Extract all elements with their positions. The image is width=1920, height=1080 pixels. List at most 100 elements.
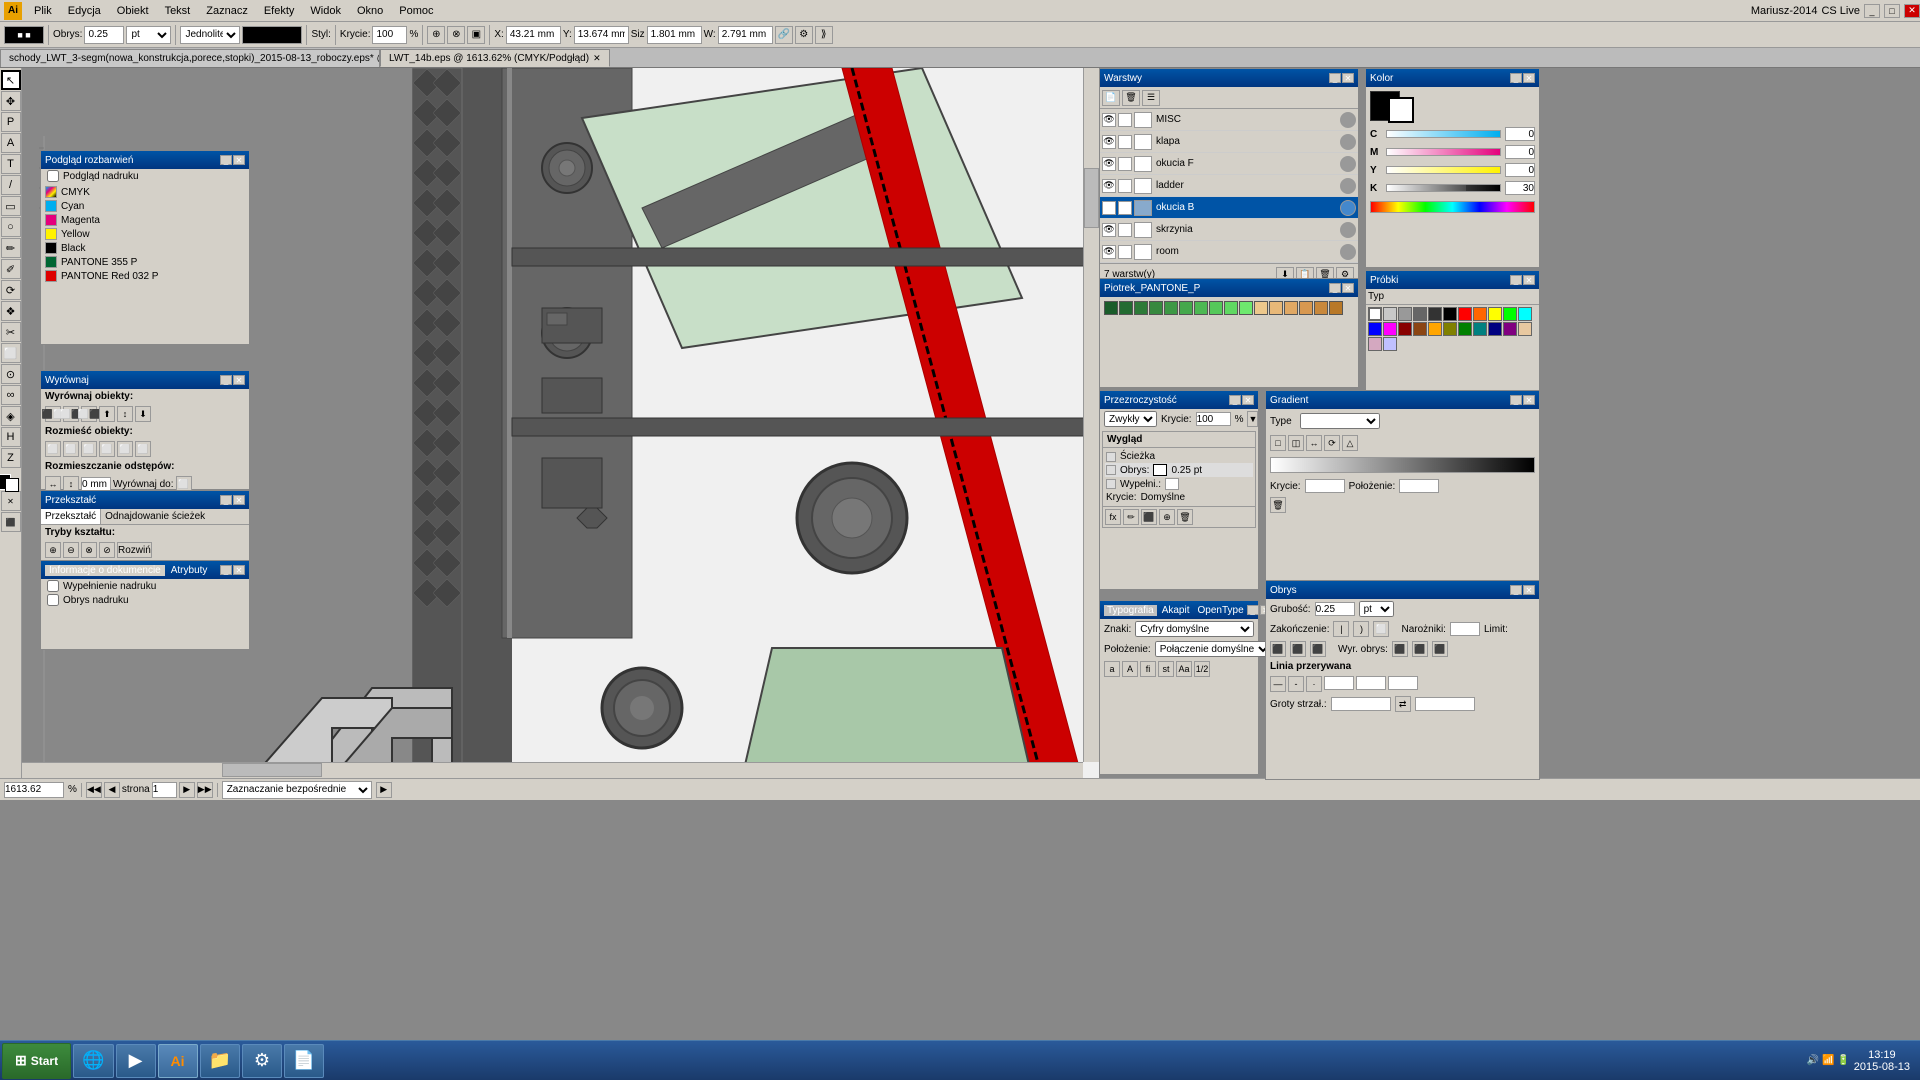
layer-row-room[interactable]: 👁 room: [1100, 241, 1358, 263]
layer-eye-okucia-b[interactable]: 👁: [1102, 201, 1116, 215]
minimize-btn[interactable]: _: [1864, 4, 1880, 18]
tool-anchor[interactable]: A: [1, 133, 21, 153]
swatch-purple[interactable]: [1503, 322, 1517, 336]
tool-ellipse[interactable]: ○: [1, 217, 21, 237]
menu-edycja[interactable]: Edycja: [60, 3, 109, 19]
size-input[interactable]: [647, 26, 702, 44]
layer-eye-skrzynia[interactable]: 👁: [1102, 223, 1116, 237]
wyglad-btn2[interactable]: ✏: [1123, 509, 1139, 525]
swatch-magenta[interactable]: [1383, 322, 1397, 336]
prev-btn[interactable]: ◀: [104, 782, 120, 798]
h-scrollbar[interactable]: [22, 762, 1083, 778]
tool-eyedropper[interactable]: ⊙: [1, 364, 21, 384]
layer-lock-room[interactable]: [1118, 245, 1132, 259]
probki-minimize[interactable]: _: [1510, 275, 1522, 285]
next-btn[interactable]: ▶: [179, 782, 195, 798]
gradient-slider[interactable]: [1270, 457, 1535, 473]
swatch-pantone-7[interactable]: [1194, 301, 1208, 315]
menu-zaznacz[interactable]: Zaznacz: [198, 3, 256, 19]
kolor-minimize[interactable]: _: [1510, 73, 1522, 83]
info-obrys-cb[interactable]: [47, 594, 59, 606]
menu-obiekt[interactable]: Obiekt: [109, 3, 157, 19]
options-btn[interactable]: ⚙: [795, 26, 813, 44]
gradient-polozenie-input[interactable]: [1399, 479, 1439, 493]
swatch-orange2[interactable]: [1428, 322, 1442, 336]
dist-center-v-btn[interactable]: ⬜: [117, 441, 133, 457]
typo-icon-5[interactable]: Aa: [1176, 661, 1192, 677]
color-row-cyan[interactable]: Cyan: [43, 199, 247, 213]
layer-row-misc[interactable]: 👁 MISC: [1100, 109, 1358, 131]
typo-icon-2[interactable]: A: [1122, 661, 1138, 677]
swatch-red[interactable]: [1458, 307, 1472, 321]
layer-color-skrzynia[interactable]: [1340, 222, 1356, 238]
layers-delete-btn[interactable]: 🗑: [1122, 90, 1140, 106]
color-row-magenta[interactable]: Magenta: [43, 213, 247, 227]
tab-akapit[interactable]: Akapit: [1159, 605, 1193, 616]
probki-close[interactable]: ✕: [1523, 275, 1535, 285]
linia-btn2[interactable]: -: [1288, 676, 1304, 692]
tool-none[interactable]: ✕: [1, 491, 21, 511]
swatch-66[interactable]: [1413, 307, 1427, 321]
info-minimize[interactable]: _: [220, 565, 232, 575]
layer-lock-klapa[interactable]: [1118, 135, 1132, 149]
tool-brush[interactable]: ✏: [1, 238, 21, 258]
swatch-pantone-16[interactable]: [1329, 301, 1343, 315]
w-input[interactable]: [718, 26, 773, 44]
obrys-unit-select[interactable]: pt: [1359, 601, 1394, 617]
icon-btn-1[interactable]: ⊕: [427, 26, 445, 44]
taskbar-illustrator[interactable]: Ai: [158, 1044, 198, 1078]
swatch-olive[interactable]: [1443, 322, 1457, 336]
menu-okno[interactable]: Okno: [349, 3, 391, 19]
tool-zoom[interactable]: Z: [1, 448, 21, 468]
tab-odnajdowanie[interactable]: Odnajdowanie ścieżek: [101, 509, 209, 524]
tool-column[interactable]: H: [1, 427, 21, 447]
wyglad-fill-swatch[interactable]: [1165, 478, 1179, 490]
tab-opentype[interactable]: OpenType: [1195, 605, 1247, 616]
swatch-navy[interactable]: [1488, 322, 1502, 336]
dist-bottom-btn[interactable]: ⬜: [135, 441, 151, 457]
typo-icon-1[interactable]: a: [1104, 661, 1120, 677]
przeksztalc-close[interactable]: ✕: [233, 495, 245, 505]
swatch-darkred[interactable]: [1398, 322, 1412, 336]
layer-row-okucia-b[interactable]: 👁 okucia B: [1100, 197, 1358, 219]
layer-row-klapa[interactable]: 👁 klapa: [1100, 131, 1358, 153]
close-btn[interactable]: ✕: [1904, 4, 1920, 18]
stroke-style-select[interactable]: Jednolite: [180, 26, 240, 44]
layer-eye-klapa[interactable]: 👁: [1102, 135, 1116, 149]
podglad-minimize[interactable]: _: [220, 155, 232, 165]
slider-y-track[interactable]: [1386, 166, 1501, 174]
obrys-minimize[interactable]: _: [1510, 585, 1522, 595]
status-arrow-btn[interactable]: ▶: [376, 782, 392, 798]
color-row-cmyk[interactable]: CMYK: [43, 185, 247, 199]
swatch-pantone-5[interactable]: [1164, 301, 1178, 315]
layer-lock-okucia-b[interactable]: [1118, 201, 1132, 215]
naroznik-bevel[interactable]: ⬛: [1310, 641, 1326, 657]
swatch-peach[interactable]: [1518, 322, 1532, 336]
rozwin-btn[interactable]: Rozwiń: [117, 542, 152, 558]
layer-eye-misc[interactable]: 👁: [1102, 113, 1116, 127]
icon-btn-2[interactable]: ⊗: [447, 26, 465, 44]
linia-input1[interactable]: [1324, 676, 1354, 690]
swatch-teal[interactable]: [1473, 322, 1487, 336]
swatch-pantone-4[interactable]: [1149, 301, 1163, 315]
layer-color-okucia-f[interactable]: [1340, 156, 1356, 172]
tool-pencil[interactable]: ✐: [1, 259, 21, 279]
color-spectrum[interactable]: [1370, 201, 1535, 213]
slider-k-track[interactable]: [1386, 184, 1501, 192]
tryb-minus-btn[interactable]: ⊖: [63, 542, 79, 558]
gradient-icon-5[interactable]: △: [1342, 435, 1358, 451]
layer-lock-okucia-f[interactable]: [1118, 157, 1132, 171]
swatch-99[interactable]: [1398, 307, 1412, 321]
tool-gradient[interactable]: ⬜: [1, 343, 21, 363]
gradient-close[interactable]: ✕: [1523, 395, 1535, 405]
align-bottom-btn[interactable]: ⬇: [135, 406, 151, 422]
podglad-close[interactable]: ✕: [233, 155, 245, 165]
swatch-pantone-12[interactable]: [1269, 301, 1283, 315]
groty-swap[interactable]: ⇄: [1395, 696, 1411, 712]
menu-tekst[interactable]: Tekst: [157, 3, 199, 19]
swatch-pantone-11[interactable]: [1254, 301, 1268, 315]
layer-lock-skrzynia[interactable]: [1118, 223, 1132, 237]
warstwy-minimize[interactable]: _: [1329, 73, 1341, 83]
tryb-exclude-btn[interactable]: ⊘: [99, 542, 115, 558]
zoom-input[interactable]: [4, 782, 64, 798]
